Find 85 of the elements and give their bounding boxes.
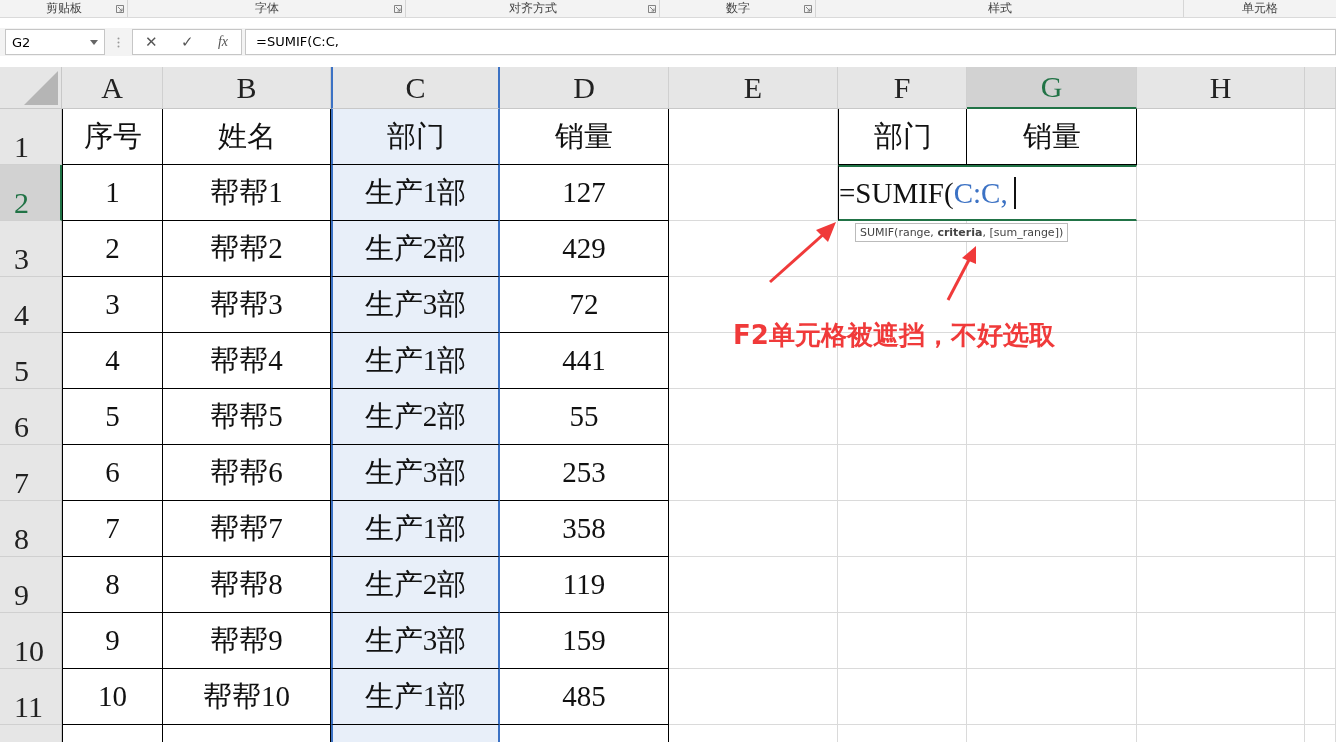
dialog-launcher-icon[interactable] xyxy=(804,5,812,13)
row-header[interactable]: 2 xyxy=(0,165,62,221)
row-header[interactable]: 9 xyxy=(0,557,62,613)
row-header[interactable]: 4 xyxy=(0,277,62,333)
table-cell: 5 xyxy=(62,389,163,445)
table-cell: 销量 xyxy=(967,109,1137,165)
table-cell: 生产1部 xyxy=(331,669,500,725)
name-box[interactable]: G2 xyxy=(5,29,105,55)
table-cell: 72 xyxy=(500,277,669,333)
table-cell: 358 xyxy=(500,501,669,557)
ribbon-group-label: 剪贴板 xyxy=(45,0,82,17)
table-cell: 2 xyxy=(62,221,163,277)
dialog-launcher-icon[interactable] xyxy=(116,5,124,13)
ribbon-group-label: 单元格 xyxy=(1242,0,1278,17)
table-cell: 部门 xyxy=(331,109,500,165)
ribbon-group-label: 对齐方式 xyxy=(508,0,557,17)
table-cell: 生产3部 xyxy=(331,277,500,333)
column-header[interactable]: E xyxy=(669,67,838,109)
row-header[interactable]: 7 xyxy=(0,445,62,501)
row-header[interactable]: 10 xyxy=(0,613,62,669)
table-cell: 119 xyxy=(500,557,669,613)
table-cell: 9 xyxy=(62,613,163,669)
column-header[interactable]: B xyxy=(163,67,331,109)
table-cell: 10 xyxy=(62,669,163,725)
table-cell: 1 xyxy=(62,165,163,221)
row-header[interactable]: 1 xyxy=(0,109,62,165)
table-cell: 生产3部 xyxy=(331,613,500,669)
column-header[interactable]: H xyxy=(1137,67,1305,109)
table-cell: 7 xyxy=(62,501,163,557)
empty-cell xyxy=(1305,389,1336,445)
table-cell: 序号 xyxy=(62,109,163,165)
table-cell: 部门 xyxy=(838,109,967,165)
row-header[interactable]: 11 xyxy=(0,669,62,725)
row-header[interactable]: 6 xyxy=(0,389,62,445)
dialog-launcher-icon[interactable] xyxy=(648,5,656,13)
table-cell: 销量 xyxy=(500,109,669,165)
empty-cell xyxy=(1305,445,1336,501)
empty-cell xyxy=(1305,165,1336,221)
column-header[interactable]: D xyxy=(500,67,669,109)
column-header[interactable]: A xyxy=(62,67,163,109)
ribbon-group-label: 数字 xyxy=(725,0,750,17)
empty-cell xyxy=(1305,669,1336,725)
table-cell: 441 xyxy=(500,333,669,389)
table-cell: 6 xyxy=(62,445,163,501)
empty-cell xyxy=(1305,613,1336,669)
table-cell: 127 xyxy=(500,165,669,221)
table-cell: 485 xyxy=(500,669,669,725)
table-cell: 生产2部 xyxy=(331,389,500,445)
table-cell: 55 xyxy=(500,389,669,445)
annotation-arrow xyxy=(769,222,836,284)
table-cell: 3 xyxy=(62,277,163,333)
annotation-text: F2单元格被遮挡，不好选取 xyxy=(733,319,1055,352)
table-cell: 生产1部 xyxy=(331,165,500,221)
table-cell: 生产1部 xyxy=(331,501,500,557)
empty-cell xyxy=(1305,221,1336,277)
column-header[interactable]: C xyxy=(331,67,500,109)
table-cell: 生产2部 xyxy=(331,221,500,277)
grip-icon xyxy=(117,36,120,48)
ribbon-group-label: 样式 xyxy=(987,0,1012,17)
dialog-launcher-icon[interactable] xyxy=(394,5,402,13)
table-cell: 4 xyxy=(62,333,163,389)
row-header[interactable]: 3 xyxy=(0,221,62,277)
table-cell: 159 xyxy=(500,613,669,669)
empty-cell xyxy=(1305,333,1336,389)
table-cell: 生产1部 xyxy=(331,333,500,389)
column-header[interactable]: F xyxy=(838,67,967,109)
ribbon-group-label: 字体 xyxy=(254,0,279,17)
table-cell: 生产2部 xyxy=(331,557,500,613)
cancel-button[interactable]: ✕ xyxy=(133,30,169,54)
enter-button[interactable]: ✓ xyxy=(169,30,205,54)
table-cell: 生产3部 xyxy=(331,445,500,501)
column-header[interactable]: G xyxy=(967,67,1137,109)
function-tooltip: SUMIF(range, criteria, [sum_range]) xyxy=(855,223,1069,242)
empty-cell xyxy=(1305,501,1336,557)
row-header[interactable]: 8 xyxy=(0,501,62,557)
table-cell: 429 xyxy=(500,221,669,277)
header-background xyxy=(1305,67,1336,109)
formula-input[interactable]: =SUMIF(C:C, xyxy=(245,29,1336,55)
table-cell: 8 xyxy=(62,557,163,613)
insert-function-button[interactable]: fx xyxy=(205,30,241,54)
row-header[interactable]: 5 xyxy=(0,333,62,389)
empty-cell xyxy=(1305,277,1336,333)
empty-cell xyxy=(1305,557,1336,613)
table-cell: 253 xyxy=(500,445,669,501)
annotation-arrow xyxy=(946,246,976,301)
